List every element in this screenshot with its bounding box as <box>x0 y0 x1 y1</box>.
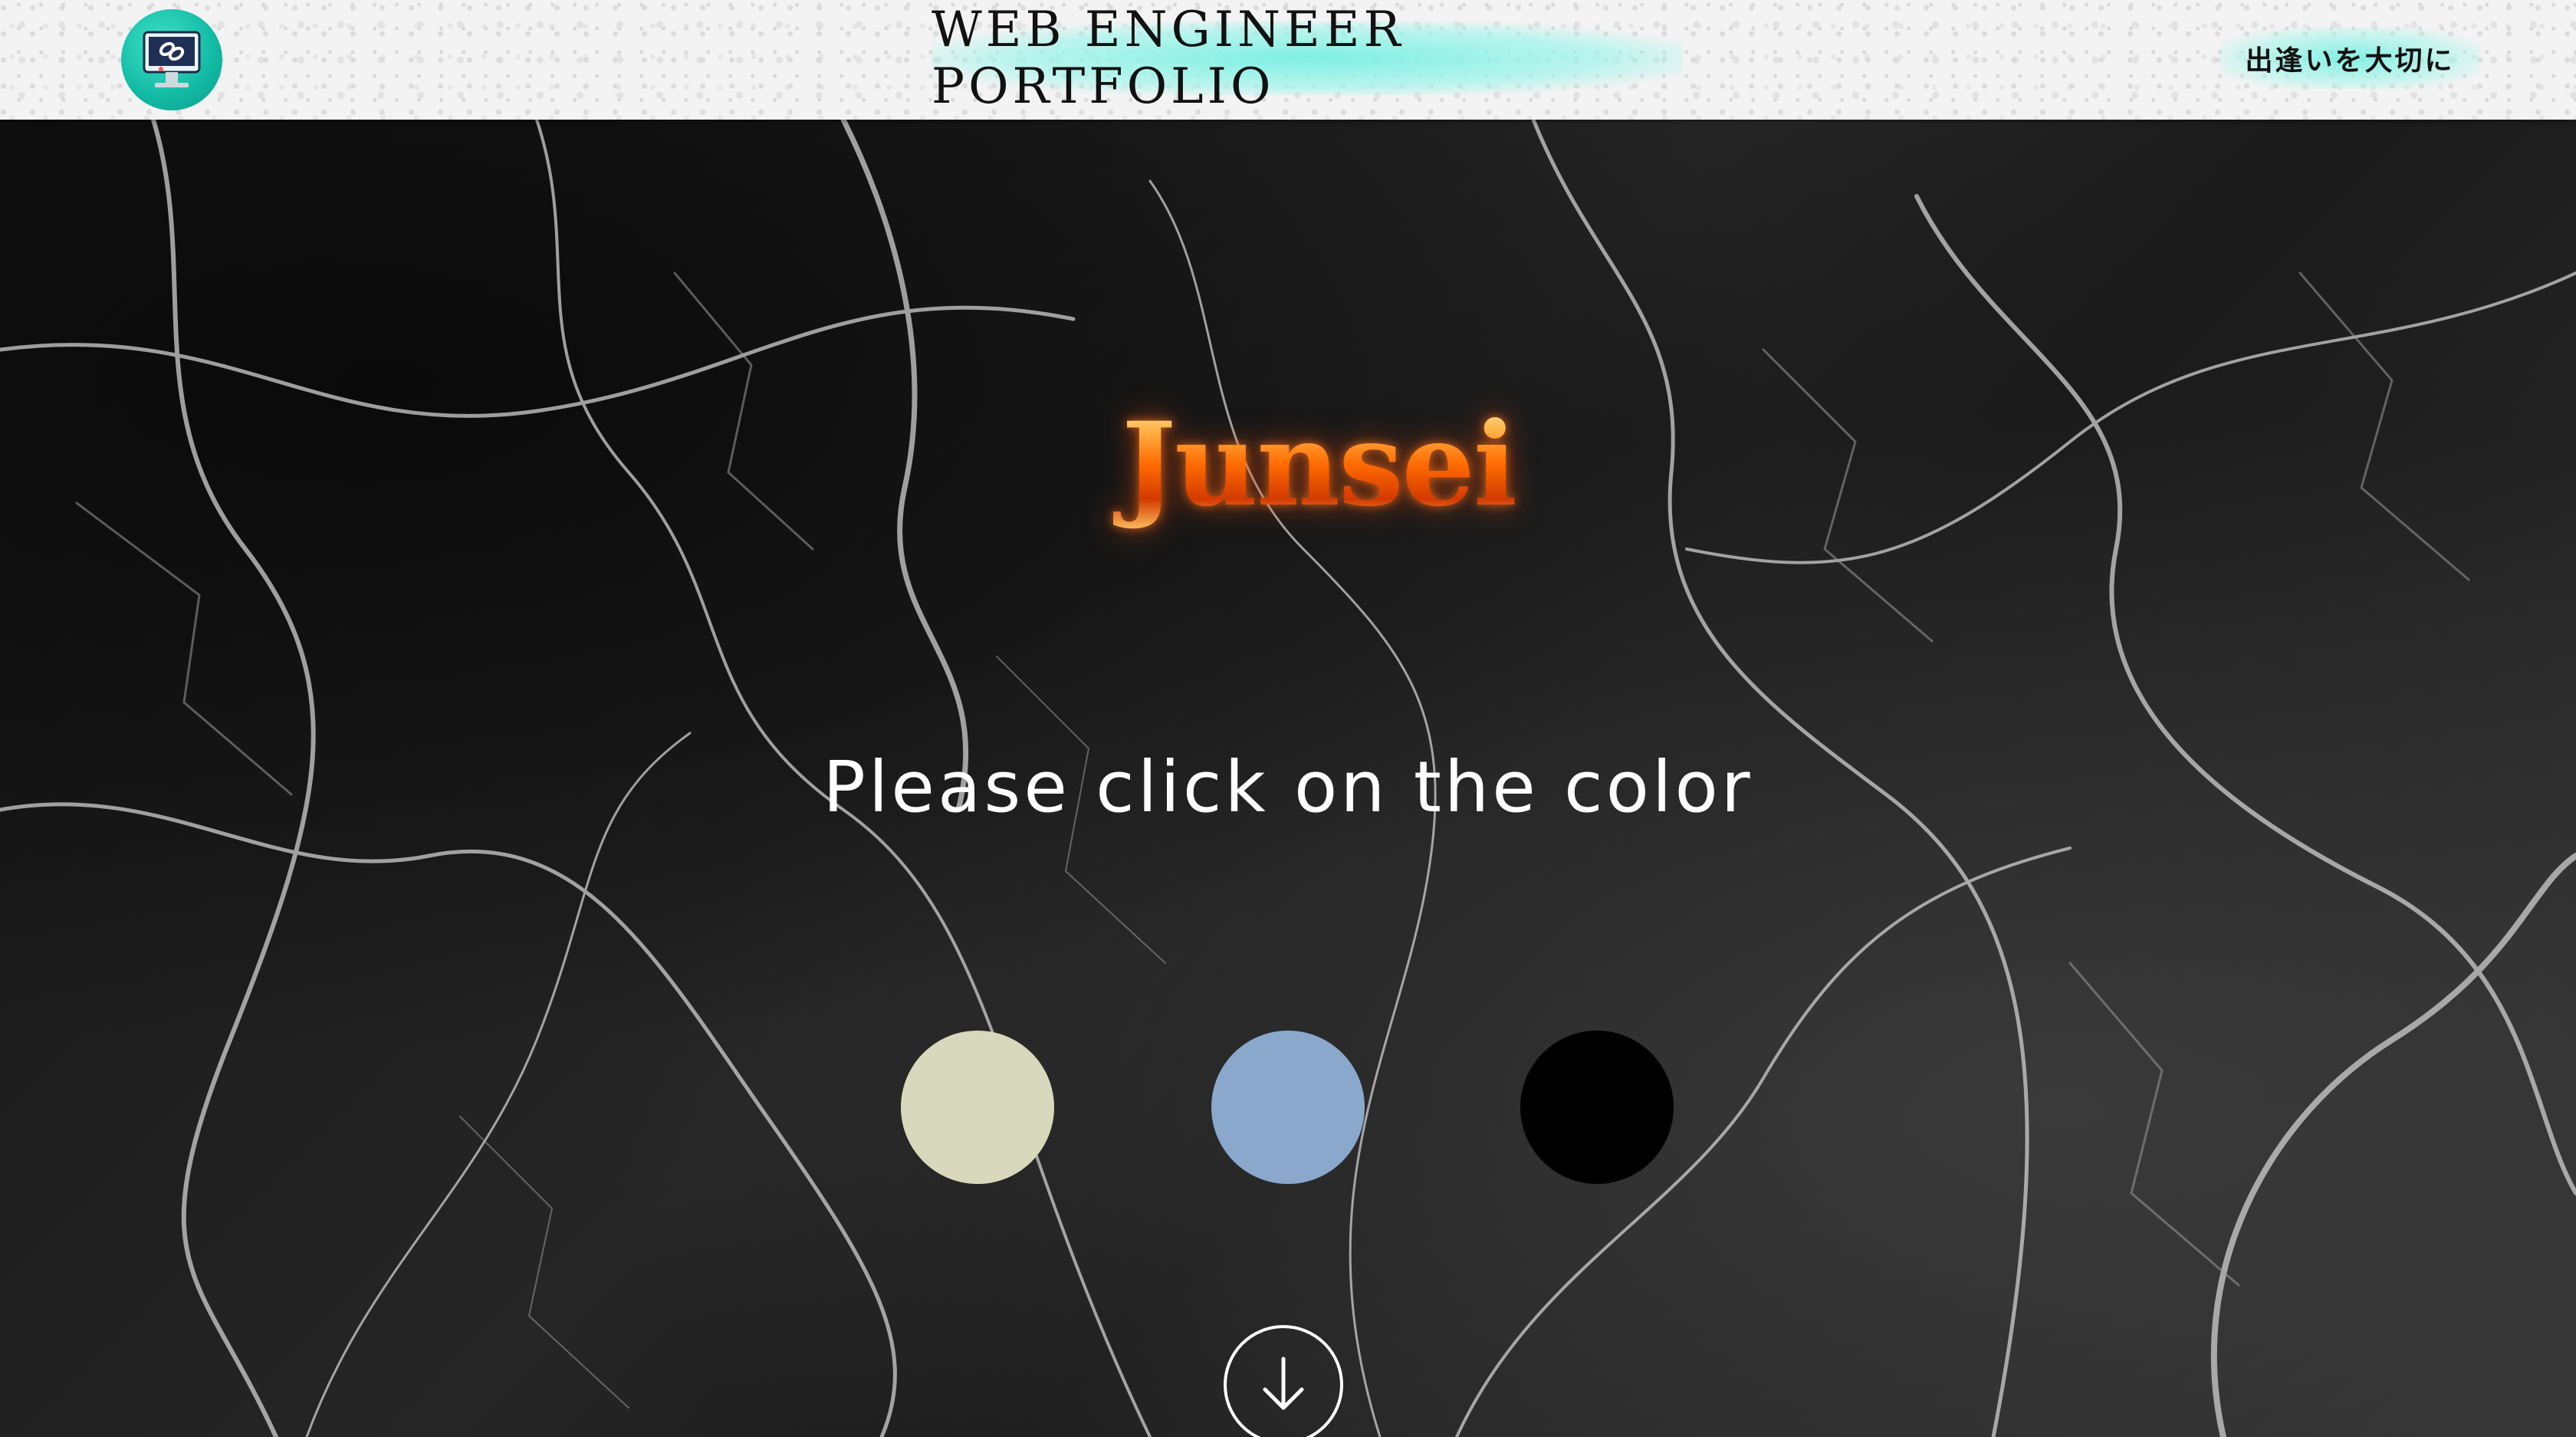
color-swatch-black[interactable] <box>1520 1031 1674 1184</box>
hero-section: Junsei Please click on the color <box>0 120 2576 1437</box>
arrow-down-circle-icon <box>1263 1356 1304 1410</box>
color-swatch-blue[interactable] <box>1211 1031 1365 1184</box>
site-title: WEB ENGINEER PORTFOLIO <box>932 2 1683 115</box>
computer-link-icon[interactable] <box>121 9 222 110</box>
scroll-down-button[interactable] <box>1224 1325 1343 1437</box>
color-prompt: Please click on the color <box>823 745 1753 828</box>
brand-name: Junsei <box>1058 396 1579 534</box>
color-swatch-beige[interactable] <box>901 1031 1054 1184</box>
tagline: 出逢いを大切に <box>2220 28 2480 89</box>
brand-logo: Junsei <box>1058 396 1579 534</box>
site-header: WEB ENGINEER PORTFOLIO 出逢いを大切に <box>0 0 2576 120</box>
